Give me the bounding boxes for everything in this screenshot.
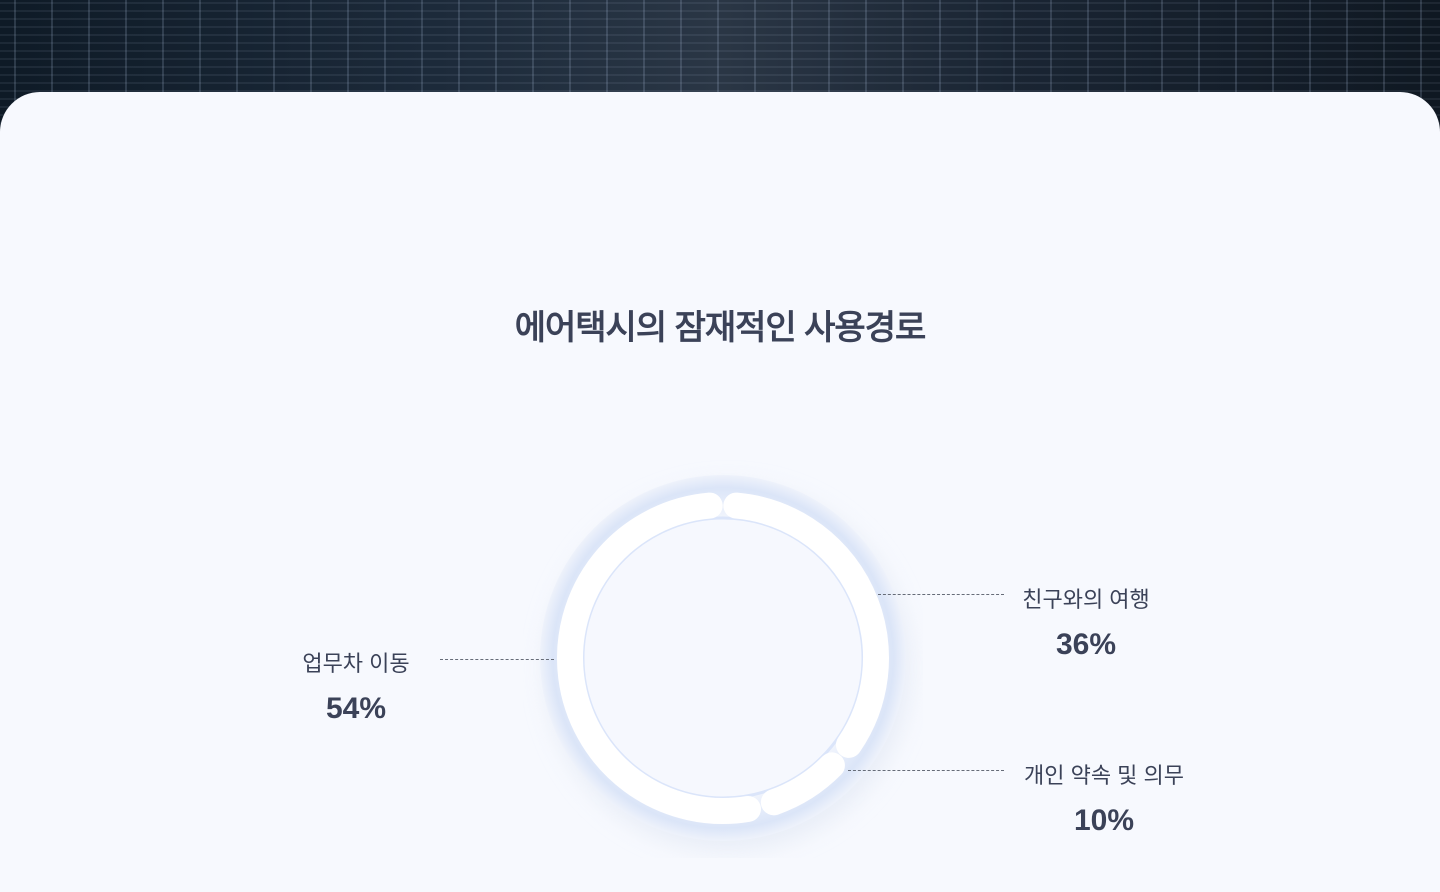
label-travel: 친구와의 여행 36% <box>1006 582 1166 662</box>
section-title: 에어택시의 잠재적인 사용경로 <box>514 309 927 347</box>
donut-inner <box>581 516 865 800</box>
label-name: 업무차 이동 <box>302 651 410 676</box>
donut-chart <box>540 475 910 850</box>
leader-line-travel <box>878 594 1004 595</box>
label-name: 개인 약속 및 의무 <box>1023 763 1185 788</box>
label-business: 업무차 이동 54% <box>286 646 426 726</box>
label-value: 54% <box>325 692 387 725</box>
leader-line-business <box>440 659 554 660</box>
label-name: 친구와의 여행 <box>1022 587 1150 612</box>
label-personal: 개인 약속 및 의무 10% <box>1010 758 1198 838</box>
leader-line-personal <box>848 770 1004 771</box>
label-value: 10% <box>1073 804 1135 837</box>
label-value: 36% <box>1055 628 1117 661</box>
